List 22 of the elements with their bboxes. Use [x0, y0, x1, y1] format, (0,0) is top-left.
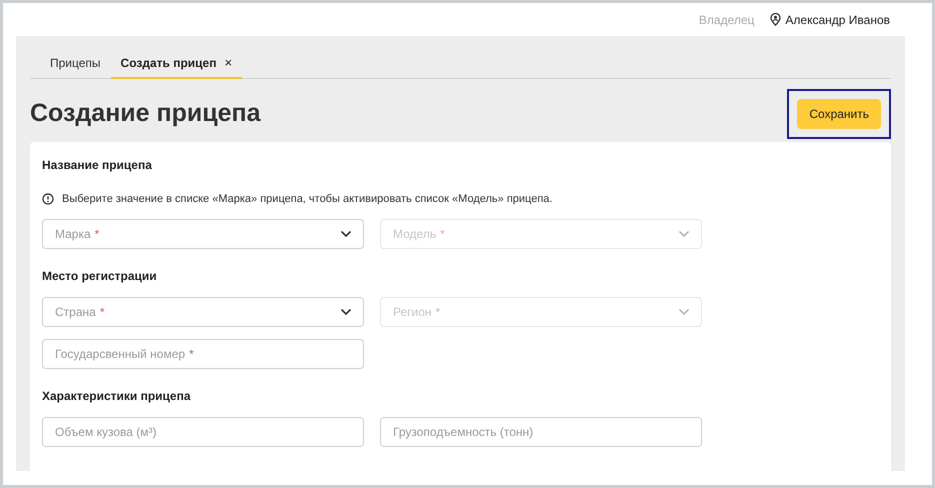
chevron-down-icon — [341, 231, 351, 237]
select-field[interactable]: Марка * — [42, 219, 364, 249]
notice-text: Выберите значение в списке «Марка» прицепа, чтобы активировать список «Модель» прицепа. — [62, 192, 552, 206]
select-field[interactable]: Страна * — [42, 297, 364, 327]
section-heading: Место регистрации — [42, 268, 158, 285]
input-field[interactable]: Государсвенный номер * — [42, 339, 364, 369]
tab[interactable]: Создать прицеп × — [110, 49, 242, 78]
close-icon[interactable]: × — [224, 53, 232, 72]
section-heading: Характеристики прицепа — [42, 388, 192, 405]
save-button[interactable]: Сохранить — [797, 98, 881, 128]
input-field[interactable]: Объем кузова (м³) — [42, 417, 364, 447]
tab[interactable]: Прицепы — [40, 49, 111, 78]
input-field[interactable]: Грузоподъемность (тонн) — [380, 417, 702, 447]
user-name[interactable]: Александр Иванов — [785, 10, 890, 28]
section-heading: Название прицепа — [42, 156, 153, 174]
chevron-down-icon — [341, 309, 351, 315]
page-title: Создание прицепа — [30, 98, 261, 129]
chevron-down-icon — [679, 309, 689, 315]
info-icon — [42, 192, 54, 205]
user-pin-icon — [770, 13, 782, 26]
chevron-down-icon — [679, 231, 689, 237]
role-label: Владелец — [698, 12, 754, 28]
